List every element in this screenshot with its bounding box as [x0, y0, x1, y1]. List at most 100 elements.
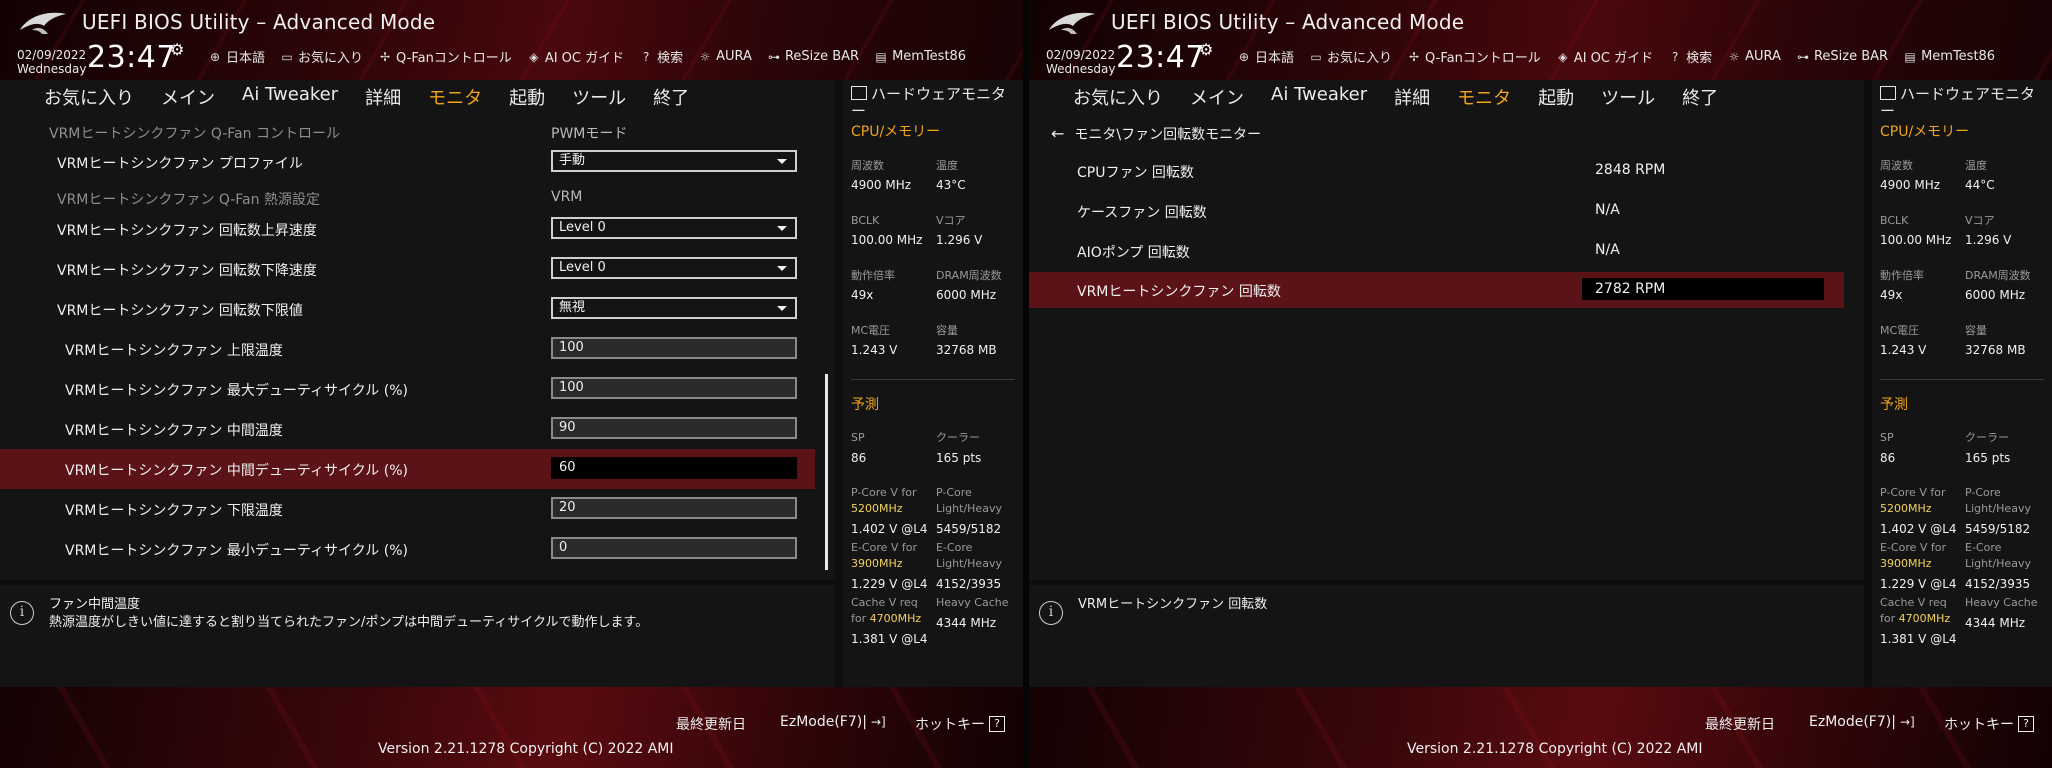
- memtest-icon: ▤: [875, 49, 887, 64]
- hw-value: 4344 MHz: [1965, 616, 2026, 630]
- header: UEFI BIOS Utility – Advanced Mode 02/09/…: [1029, 0, 2052, 80]
- monitor-row[interactable]: AIOポンプ 回転数 N/A: [1029, 233, 1844, 269]
- app-title: UEFI BIOS Utility – Advanced Mode: [1111, 10, 1465, 34]
- lower-temp-field[interactable]: 20: [551, 497, 797, 519]
- last-modified-button[interactable]: 最終更新日: [1705, 714, 1775, 734]
- hotkey-button[interactable]: ホットキー?: [1944, 714, 2034, 734]
- step-up-dropdown[interactable]: Level 0: [551, 217, 797, 239]
- breadcrumb[interactable]: ← モニタ\ファン回転数モニター: [1051, 124, 1261, 144]
- tab-main[interactable]: メイン: [1190, 84, 1244, 115]
- weekday-text: Wednesday: [17, 62, 87, 76]
- middle-duty-field[interactable]: 60: [551, 457, 797, 479]
- ezmode-button[interactable]: EzMode(F7)| →]: [1809, 714, 1915, 730]
- setting-row[interactable]: VRMヒートシンクファン 回転数下降速度 Level 0: [0, 249, 815, 289]
- hw-value: 4152/3935: [936, 577, 1002, 591]
- clock[interactable]: 23:47: [1116, 40, 1205, 75]
- toolbar-language[interactable]: ⊕ 日本語: [1237, 47, 1294, 67]
- tab-main[interactable]: メイン: [161, 84, 215, 115]
- tab-favorites[interactable]: お気に入り: [1073, 84, 1163, 115]
- hw-value: 165 pts: [1965, 451, 2011, 465]
- toolbar-label: AURA: [1745, 49, 1781, 64]
- monitor-row-selected[interactable]: VRMヒートシンクファン 回転数 2782 RPM: [1029, 272, 1844, 308]
- setting-row[interactable]: VRMヒートシンクファン 最小デューティサイクル (%) 0: [0, 529, 815, 569]
- toolbar-qfan[interactable]: ✢ Q-Fanコントロール: [378, 47, 512, 67]
- toolbar-favorites[interactable]: ▭ お気に入り: [1309, 47, 1393, 67]
- toolbar-qfan[interactable]: ✢ Q-Fanコントロール: [1407, 47, 1541, 67]
- toolbar-label: AI OC ガイド: [1573, 51, 1654, 66]
- setting-row[interactable]: VRMヒートシンクファン 下限温度 20: [0, 489, 815, 529]
- tab-ai-tweaker[interactable]: Ai Tweaker: [242, 84, 338, 115]
- tab-advanced[interactable]: 詳細: [365, 84, 401, 115]
- toolbar-memtest[interactable]: ▤ MemTest86: [1903, 47, 1995, 66]
- back-arrow-icon[interactable]: ←: [1051, 124, 1064, 143]
- toolbar-memtest[interactable]: ▤ MemTest86: [874, 47, 966, 66]
- tab-exit[interactable]: 終了: [1682, 84, 1718, 115]
- last-modified-button[interactable]: 最終更新日: [676, 714, 746, 734]
- monitor-value: N/A: [1595, 242, 1620, 258]
- setting-label: VRMヒートシンクファン 最大デューティサイクル (%): [65, 383, 408, 399]
- toolbar-ai-oc[interactable]: ◈ AI OC ガイド: [527, 47, 624, 67]
- weekday-text: Wednesday: [1046, 62, 1116, 76]
- tab-tool[interactable]: ツール: [572, 84, 626, 115]
- toolbar-aura[interactable]: ☼ AURA: [1727, 47, 1781, 66]
- tab-boot[interactable]: 起動: [1538, 84, 1574, 115]
- setting-row[interactable]: VRMヒートシンクファン 中間温度 90: [0, 409, 815, 449]
- gear-icon[interactable]: ⚙: [1199, 40, 1213, 59]
- tab-monitor[interactable]: モニタ: [428, 84, 483, 115]
- setting-row[interactable]: VRMヒートシンクファン 最大デューティサイクル (%) 100: [0, 369, 815, 409]
- tab-boot[interactable]: 起動: [509, 84, 545, 115]
- toolbar-search[interactable]: ? 検索: [639, 47, 683, 67]
- tab-exit[interactable]: 終了: [653, 84, 689, 115]
- profile-dropdown[interactable]: 手動: [551, 150, 797, 172]
- toolbar-language[interactable]: ⊕ 日本語: [208, 47, 265, 67]
- monitor-row[interactable]: CPUファン 回転数 2848 RPM: [1029, 153, 1844, 189]
- breadcrumb-text: モニタ\ファン回転数モニター: [1074, 127, 1262, 143]
- max-duty-field[interactable]: 100: [551, 377, 797, 399]
- divider: [851, 379, 1015, 380]
- step-down-dropdown[interactable]: Level 0: [551, 257, 797, 279]
- hotkey-button[interactable]: ホットキー?: [915, 714, 1005, 734]
- monitor-row[interactable]: ケースファン 回転数 N/A: [1029, 193, 1844, 229]
- setting-row[interactable]: VRMヒートシンクファン 回転数上昇速度 Level 0: [0, 209, 815, 249]
- hw-label: P-Core V for: [1880, 486, 1946, 499]
- setting-label: VRMヒートシンクファン Q-Fan コントロール: [49, 126, 340, 142]
- dropdown-value: Level 0: [559, 260, 606, 275]
- hotkey-label: ホットキー: [1944, 717, 2014, 733]
- speed-low-limit-dropdown[interactable]: 無視: [551, 297, 797, 319]
- hw-monitor-title: ハードウェアモニター: [851, 86, 1019, 120]
- toolbar-favorites[interactable]: ▭ お気に入り: [280, 47, 363, 67]
- min-duty-field[interactable]: 0: [551, 537, 797, 559]
- toolbar-aura[interactable]: ☼ AURA: [698, 47, 752, 66]
- setting-row[interactable]: VRMヒートシンクファン 上限温度 100: [0, 329, 815, 369]
- hw-label-highlight: 5200MHz: [851, 502, 903, 515]
- toolbar-resize-bar[interactable]: ⊶ ReSize BAR: [767, 47, 859, 66]
- hw-label-highlight: 5200MHz: [1880, 502, 1932, 515]
- setting-row[interactable]: VRMヒートシンクファン プロファイル 手動: [0, 142, 815, 182]
- monitor-value: 2782 RPM: [1582, 278, 1824, 300]
- toolbar-label: お気に入り: [1327, 51, 1393, 66]
- middle-temp-field[interactable]: 90: [551, 417, 797, 439]
- toolbar-label: ReSize BAR: [1813, 49, 1889, 64]
- tab-advanced[interactable]: 詳細: [1394, 84, 1430, 115]
- toolbar-ai-oc[interactable]: ◈ AI OC ガイド: [1556, 47, 1654, 67]
- setting-row[interactable]: VRMヒートシンクファン 回転数下限値 無視: [0, 289, 815, 329]
- hw-value: 1.243 V: [1880, 343, 1927, 357]
- tab-monitor[interactable]: モニタ: [1457, 84, 1512, 115]
- aura-icon: ☼: [699, 49, 711, 64]
- hw-value: 44°C: [1965, 178, 1995, 192]
- tab-favorites[interactable]: お気に入り: [44, 84, 134, 115]
- scrollbar[interactable]: [825, 374, 828, 570]
- upper-temp-field[interactable]: 100: [551, 337, 797, 359]
- bios-screen-left: UEFI BIOS Utility – Advanced Mode 02/09/…: [0, 0, 1023, 768]
- gear-icon[interactable]: ⚙: [170, 40, 184, 59]
- toolbar-resize-bar[interactable]: ⊶ ReSize BAR: [1796, 47, 1888, 66]
- tab-ai-tweaker[interactable]: Ai Tweaker: [1271, 84, 1367, 115]
- tab-tool[interactable]: ツール: [1601, 84, 1655, 115]
- monitor-label: CPUファン 回転数: [1077, 165, 1194, 181]
- hardware-monitor: ハードウェアモニター CPU/メモリー 周波数 温度 4900 MHz 43°C…: [843, 80, 1023, 687]
- help-icon: ?: [2018, 716, 2034, 732]
- ezmode-button[interactable]: EzMode(F7)| →]: [780, 714, 886, 730]
- clock[interactable]: 23:47: [87, 40, 176, 75]
- toolbar-search[interactable]: ? 検索: [1668, 47, 1712, 67]
- setting-row-selected[interactable]: VRMヒートシンクファン 中間デューティサイクル (%) 60: [0, 449, 815, 489]
